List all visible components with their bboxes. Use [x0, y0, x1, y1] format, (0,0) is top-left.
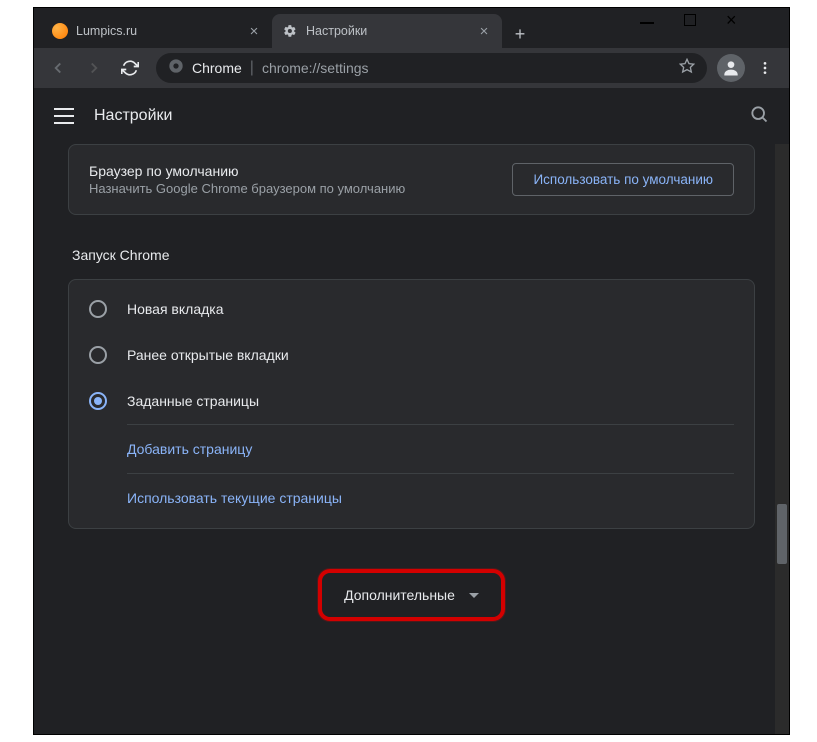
- browser-window: Lumpics.ru × Настройки × + Chrome |: [33, 7, 790, 735]
- startup-sub-actions: Добавить страницу Использовать текущие с…: [127, 424, 734, 522]
- os-window-controls: ×: [640, 14, 737, 26]
- default-browser-text: Браузер по умолчанию Назначить Google Ch…: [89, 163, 405, 196]
- radio-label: Новая вкладка: [127, 301, 224, 317]
- toolbar: Chrome | chrome://settings: [34, 48, 789, 88]
- back-button[interactable]: [42, 52, 74, 84]
- omnibox-separator: |: [250, 59, 254, 77]
- tab-lumpics[interactable]: Lumpics.ru ×: [42, 14, 272, 48]
- add-page-link[interactable]: Добавить страницу: [127, 424, 734, 473]
- reload-button[interactable]: [114, 52, 146, 84]
- tab-settings[interactable]: Настройки ×: [272, 14, 502, 48]
- settings-body: Браузер по умолчанию Назначить Google Ch…: [34, 144, 789, 734]
- omnibox-chrome-label: Chrome: [192, 60, 242, 76]
- scrollbar-track[interactable]: [775, 144, 789, 734]
- forward-button[interactable]: [78, 52, 110, 84]
- scrollbar-thumb[interactable]: [777, 504, 787, 564]
- startup-option-newtab[interactable]: Новая вкладка: [69, 286, 754, 332]
- radio-icon: [89, 300, 107, 318]
- default-browser-subtitle: Назначить Google Chrome браузером по умо…: [89, 181, 405, 196]
- startup-options-card: Новая вкладка Ранее открытые вкладки Зад…: [68, 279, 755, 529]
- tab-title: Настройки: [306, 24, 468, 38]
- advanced-label: Дополнительные: [344, 587, 455, 603]
- advanced-toggle-button[interactable]: Дополнительные: [318, 569, 505, 621]
- close-button[interactable]: ×: [726, 14, 737, 26]
- search-icon[interactable]: [749, 104, 769, 129]
- startup-option-specific[interactable]: Заданные страницы: [69, 378, 754, 424]
- favicon-settings-gear-icon: [282, 23, 298, 39]
- omnibox-url: chrome://settings: [262, 60, 671, 76]
- close-icon[interactable]: ×: [476, 23, 492, 40]
- radio-icon: [89, 392, 107, 410]
- radio-icon: [89, 346, 107, 364]
- address-bar[interactable]: Chrome | chrome://settings: [156, 53, 707, 83]
- profile-avatar-button[interactable]: [717, 54, 745, 82]
- bookmark-star-icon[interactable]: [679, 58, 695, 79]
- default-browser-title: Браузер по умолчанию: [89, 163, 405, 179]
- default-browser-card: Браузер по умолчанию Назначить Google Ch…: [68, 144, 755, 215]
- chrome-icon: [168, 58, 184, 79]
- set-default-button[interactable]: Использовать по умолчанию: [512, 163, 734, 196]
- menu-button[interactable]: [749, 52, 781, 84]
- hamburger-menu-icon[interactable]: [54, 106, 74, 126]
- radio-label: Заданные страницы: [127, 393, 259, 409]
- settings-header: Настройки: [34, 88, 789, 144]
- startup-option-continue[interactable]: Ранее открытые вкладки: [69, 332, 754, 378]
- new-tab-button[interactable]: +: [506, 20, 534, 48]
- advanced-section: Дополнительные: [68, 569, 755, 621]
- settings-page: Настройки Браузер по умолчанию Назначить…: [34, 88, 789, 734]
- close-icon[interactable]: ×: [246, 23, 262, 40]
- startup-section-title: Запуск Chrome: [72, 247, 755, 263]
- chevron-down-icon: [469, 593, 479, 598]
- maximize-button[interactable]: [684, 14, 696, 26]
- tab-title: Lumpics.ru: [76, 24, 238, 38]
- radio-label: Ранее открытые вкладки: [127, 347, 289, 363]
- favicon-lumpics: [52, 23, 68, 39]
- use-current-pages-link[interactable]: Использовать текущие страницы: [127, 473, 734, 522]
- settings-title: Настройки: [94, 107, 729, 125]
- minimize-button[interactable]: [640, 22, 654, 24]
